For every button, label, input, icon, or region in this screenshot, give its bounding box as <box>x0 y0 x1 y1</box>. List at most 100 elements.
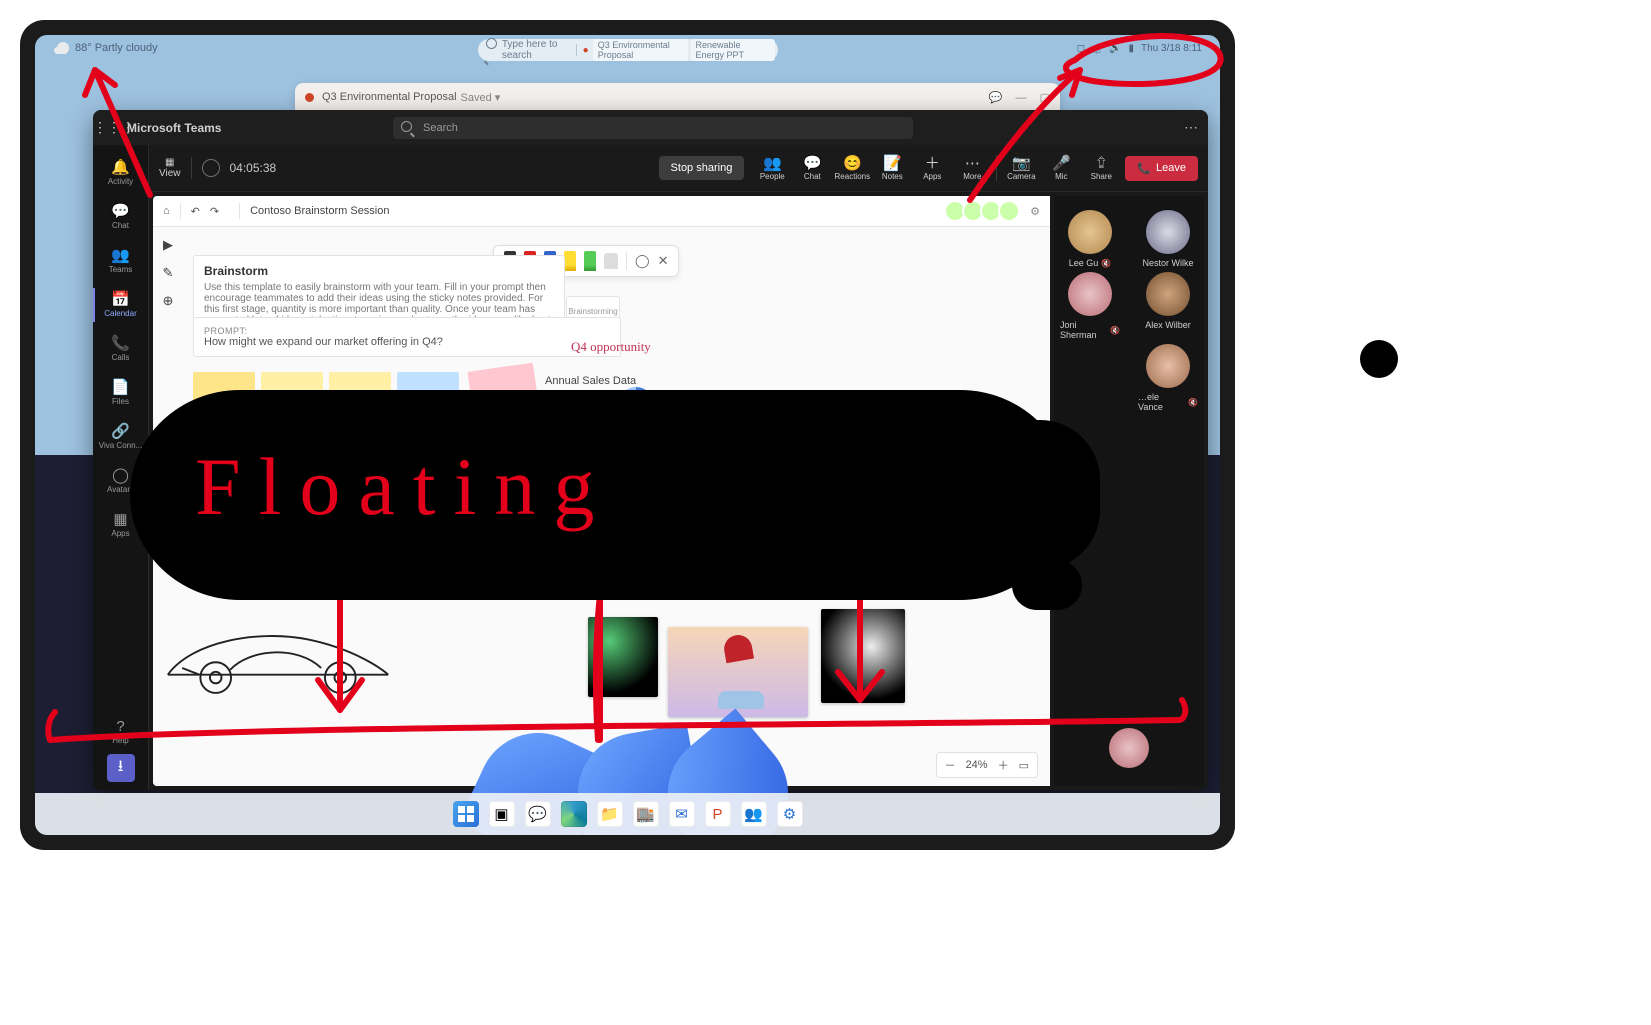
car-sketch <box>163 622 393 704</box>
fit-screen-icon[interactable]: ▭ <box>1019 759 1029 772</box>
mic-muted-icon: 🔇 <box>1110 326 1120 335</box>
pointer-tool-icon[interactable]: ▶ <box>163 237 173 253</box>
rail-viva[interactable]: 🔗Viva Conn... <box>93 415 148 459</box>
lasso-icon[interactable]: ◯ <box>635 253 650 269</box>
view-button[interactable]: ▦View <box>159 157 181 179</box>
notes-button[interactable]: 📝Notes <box>872 156 912 181</box>
sticky-note[interactable] <box>397 372 459 422</box>
teams-window[interactable]: ⋮⋮⋮ Microsoft Teams Search ⋯ 🔔Activity 💬… <box>93 110 1208 790</box>
stop-sharing-button[interactable]: Stop sharing <box>659 156 745 180</box>
participant-tile[interactable]: …ele Vance🔇 <box>1138 344 1198 412</box>
rail-calls[interactable]: 📞Calls <box>93 327 148 371</box>
sticky-note[interactable] <box>467 363 540 428</box>
tray-volume-icon[interactable]: 🔊 <box>1109 43 1121 54</box>
meeting-stage: ▦View 04:05:38 Stop sharing 👥People 💬Cha… <box>149 145 1208 790</box>
image-thumb-2[interactable] <box>668 627 808 717</box>
participant-tile[interactable]: Joni Sherman🔇 <box>1060 272 1120 340</box>
share-button[interactable]: ⮸Share <box>1081 156 1121 181</box>
mail-icon[interactable]: ✉ <box>669 801 695 827</box>
desktop-search[interactable]: Type here to search ● Q3 Environmental P… <box>478 39 778 61</box>
rail-apps[interactable]: ▦Apps <box>93 503 148 547</box>
start-button[interactable] <box>453 801 479 827</box>
whiteboard-canvas[interactable]: ▶ ✎ ⊕ <box>153 227 1050 786</box>
zoom-out-icon[interactable]: － <box>945 757 956 773</box>
sticky-note[interactable] <box>397 427 459 477</box>
handwriting-q4: Q4 opportunity <box>571 339 651 355</box>
image-thumb-3[interactable] <box>821 609 905 703</box>
close-icon[interactable]: ✕ <box>658 253 669 269</box>
pen-green-icon[interactable] <box>584 251 596 271</box>
camera-button[interactable]: 📷Camera <box>1001 156 1041 181</box>
ppt-save-status[interactable]: Saved ▾ <box>461 91 501 104</box>
tray-datetime[interactable]: Thu 3/18 8:11 <box>1141 43 1202 54</box>
shield-icon[interactable] <box>202 159 220 177</box>
powerpoint-icon[interactable]: P <box>705 801 731 827</box>
weather-icon <box>57 42 69 54</box>
teams-titlebar[interactable]: ⋮⋮⋮ Microsoft Teams Search ⋯ <box>93 110 1208 145</box>
add-tool-icon[interactable]: ⊕ <box>163 293 174 309</box>
presence-avatars[interactable] <box>948 200 1020 222</box>
search-chip-2[interactable]: Renewable Energy PPT <box>691 39 775 61</box>
zoom-control[interactable]: － 24% ＋ ▭ <box>936 752 1038 778</box>
rail-teams[interactable]: 👥Teams <box>93 239 148 283</box>
whiteboard-header: ⌂ ↶ ↷ Contoso Brainstorm Session <box>153 196 1050 227</box>
ppt-maximize-icon[interactable]: ▢ <box>1040 92 1050 104</box>
meeting-timer: 04:05:38 <box>230 161 277 175</box>
gear-icon[interactable]: ⚙ <box>1030 205 1040 218</box>
powerpoint-titlebar[interactable]: Q3 Environmental Proposal Saved ▾ 💬 — ▢ <box>295 83 1060 111</box>
windows-taskbar[interactable]: ▣ 💬 📁 🏬 ✉ P 👥 ⚙ <box>35 793 1220 835</box>
sticky-note[interactable] <box>261 372 323 422</box>
pen-yellow-icon[interactable] <box>564 251 576 271</box>
participant-tile[interactable]: Lee Gu🔇 <box>1060 210 1120 268</box>
rail-chat[interactable]: 💬Chat <box>93 195 148 239</box>
tray-wifi-icon[interactable]: ⏃ <box>1092 41 1102 56</box>
chat-button[interactable]: 💬Chat <box>792 156 832 181</box>
pen-tool-icon[interactable]: ✎ <box>163 265 174 281</box>
people-button[interactable]: 👥People <box>752 156 792 181</box>
file-explorer-icon[interactable]: 📁 <box>597 801 623 827</box>
store-icon[interactable]: 🏬 <box>633 801 659 827</box>
redo-icon[interactable]: ↷ <box>210 205 219 218</box>
mic-button[interactable]: 🎤Mic <box>1041 156 1081 181</box>
more-button[interactable]: ⋯More <box>952 156 992 181</box>
rail-calendar[interactable]: 📅Calendar <box>93 283 148 327</box>
sticky-note[interactable] <box>193 372 255 422</box>
undo-icon[interactable]: ↶ <box>191 205 200 218</box>
self-video-tile[interactable] <box>1099 728 1159 768</box>
apps-button[interactable]: ＋Apps <box>912 156 952 181</box>
teams-search[interactable]: Search <box>393 117 913 139</box>
participant-tile[interactable]: Nestor Wilke <box>1138 210 1198 268</box>
tray-notifications-icon[interactable]: ◻ <box>1077 43 1085 54</box>
rail-help[interactable]: ?Help <box>93 710 148 754</box>
avatar-icon <box>998 200 1020 222</box>
search-chip-1[interactable]: Q3 Environmental Proposal <box>593 39 688 61</box>
tray-battery-icon[interactable]: ▮ <box>1129 43 1135 54</box>
prompt-card[interactable]: PROMPT: How might we expand our market o… <box>193 317 621 357</box>
taskview-icon[interactable]: ▣ <box>489 801 515 827</box>
system-tray[interactable]: ◻ ⏃ 🔊 ▮ Thu 3/18 8:11 <box>1077 41 1202 56</box>
eraser-icon[interactable] <box>604 253 618 269</box>
ppt-minimize-icon[interactable]: — <box>1016 92 1027 104</box>
rail-files[interactable]: 📄Files <box>93 371 148 415</box>
sales-label: Annual Sales Data <box>545 375 636 387</box>
teams-more-icon[interactable]: ⋯ <box>1184 119 1198 136</box>
sticky-note[interactable] <box>329 372 391 422</box>
weather-text: 88° Partly cloudy <box>75 42 158 54</box>
zoom-in-icon[interactable]: ＋ <box>998 757 1009 773</box>
teams-icon[interactable]: 👥 <box>741 801 767 827</box>
rail-activity[interactable]: 🔔Activity <box>93 151 148 195</box>
home-icon[interactable]: ⌂ <box>163 205 170 217</box>
edge-icon[interactable] <box>561 801 587 827</box>
leave-button[interactable]: 📞Leave <box>1125 156 1198 181</box>
whiteboard-panel[interactable]: ⌂ ↶ ↷ Contoso Brainstorm Session <box>153 196 1050 786</box>
rail-download-button[interactable]: ⭳ <box>107 754 135 782</box>
chat-icon[interactable]: 💬 <box>525 801 551 827</box>
participant-tile[interactable]: Alex Wilber <box>1138 272 1198 340</box>
settings-icon[interactable]: ⚙ <box>777 801 803 827</box>
image-thumb-1[interactable] <box>588 617 658 697</box>
ppt-share-icon[interactable]: 💬 <box>989 92 1003 104</box>
waffle-icon[interactable]: ⋮⋮⋮ <box>93 119 123 136</box>
rail-avatars[interactable]: ◯Avatars <box>93 459 148 503</box>
weather-widget[interactable]: 88° Partly cloudy <box>57 42 158 54</box>
reactions-button[interactable]: 😊Reactions <box>832 156 872 181</box>
